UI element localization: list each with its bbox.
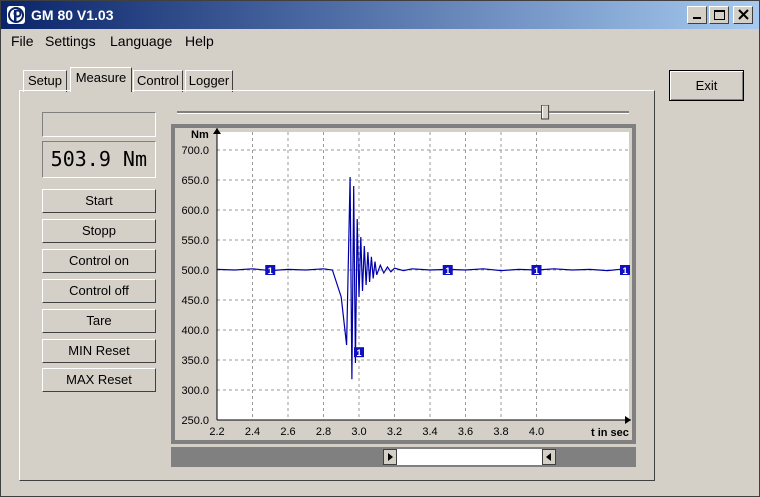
y-tick-label: 400.0 <box>181 325 209 337</box>
close-icon <box>738 9 749 20</box>
title-bar: GM 80 V1.03 <box>1 1 759 29</box>
exit-button[interactable]: Exit <box>669 70 744 101</box>
y-tick-label: 700.0 <box>181 145 209 157</box>
menu-file[interactable]: File <box>11 33 34 49</box>
maximize-icon <box>714 10 725 20</box>
menu-language[interactable]: Language <box>110 33 172 49</box>
y-tick-label: 550.0 <box>181 235 209 247</box>
zoom-slider-thumb[interactable] <box>541 105 550 120</box>
marker-label: 1 <box>268 266 273 276</box>
y-tick-label: 450.0 <box>181 295 209 307</box>
tab-measure[interactable]: Measure <box>70 67 132 92</box>
menu-help[interactable]: Help <box>185 33 214 49</box>
scroll-left-button[interactable] <box>542 449 556 465</box>
x-tick-label: 2.6 <box>280 426 295 438</box>
y-tick-label: 650.0 <box>181 175 209 187</box>
stopp-button[interactable]: Stopp <box>42 219 156 243</box>
torque-value-display: 503.9 Nm <box>42 141 156 178</box>
min-reset-button[interactable]: MIN Reset <box>42 339 156 363</box>
y-axis-label: Nm <box>191 129 209 141</box>
scroll-track[interactable] <box>397 449 542 465</box>
torque-chart: 250.0 300.0 350.0 400.0 450.0 500.0 550.0 600.0… <box>175 128 632 440</box>
y-tick-label: 600.0 <box>181 205 209 217</box>
x-tick-label: 3.8 <box>493 426 508 438</box>
marker-label: 1 <box>356 348 361 358</box>
tare-button[interactable]: Tare <box>42 309 156 333</box>
minimize-icon <box>693 17 701 19</box>
minimize-button[interactable] <box>687 6 707 24</box>
x-tick-label: 2.8 <box>316 426 331 438</box>
chart-scrollbar[interactable] <box>171 447 636 467</box>
control-on-button[interactable]: Control on <box>42 249 156 273</box>
max-reset-button[interactable]: MAX Reset <box>42 368 156 392</box>
x-tick-label: 4.0 <box>529 426 544 438</box>
plot-area <box>217 132 629 420</box>
arrow-left-icon <box>546 453 551 461</box>
control-off-button[interactable]: Control off <box>42 279 156 303</box>
tab-control[interactable]: Control <box>133 70 183 92</box>
start-button[interactable]: Start <box>42 189 156 213</box>
y-tick-label: 500.0 <box>181 265 209 277</box>
tab-logger[interactable]: Logger <box>185 70 233 92</box>
y-tick-label: 350.0 <box>181 355 209 367</box>
zoom-slider[interactable] <box>177 105 629 121</box>
marker-label: 1 <box>445 266 450 276</box>
window-title: GM 80 V1.03 <box>31 7 114 23</box>
y-tick-label: 250.0 <box>181 415 209 427</box>
status-display <box>42 112 156 137</box>
x-tick-label: 3.6 <box>458 426 473 438</box>
menu-bar: File Settings Language Help <box>1 29 759 53</box>
app-logo-icon <box>7 6 25 24</box>
marker-label: 1 <box>622 266 627 276</box>
x-tick-label: 3.0 <box>351 426 366 438</box>
scroll-right-button[interactable] <box>383 449 397 465</box>
maximize-button[interactable] <box>709 6 729 24</box>
x-tick-label: 2.4 <box>245 426 260 438</box>
marker-label: 1 <box>534 266 539 276</box>
arrow-right-icon <box>388 453 393 461</box>
y-tick-label: 300.0 <box>181 385 209 397</box>
tab-setup[interactable]: Setup <box>23 70 67 92</box>
x-tick-label: 3.4 <box>422 426 437 438</box>
app-window: GM 80 V1.03 File Settings Language Help … <box>0 0 760 497</box>
close-button[interactable] <box>733 6 753 24</box>
menu-settings[interactable]: Settings <box>45 33 96 49</box>
x-tick-label: 3.2 <box>387 426 402 438</box>
x-tick-label: 2.2 <box>209 426 224 438</box>
x-axis-label: t in sec <box>591 427 629 439</box>
